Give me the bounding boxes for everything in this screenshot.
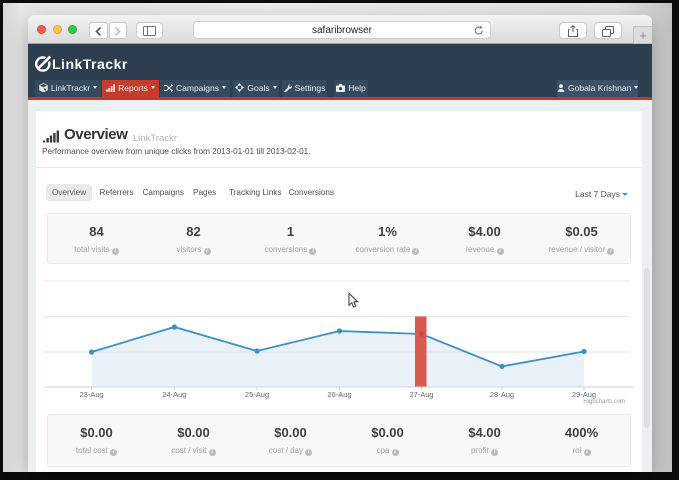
svg-text:25-Aug: 25-Aug [245,390,269,399]
svg-text:Highcharts.com: Highcharts.com [583,399,625,405]
svg-text:29-Aug: 29-Aug [572,390,596,399]
svg-text:26-Aug: 26-Aug [327,390,351,399]
svg-text:28-Aug: 28-Aug [490,390,514,399]
svg-text:23-Aug: 23-Aug [80,390,104,399]
svg-text:24-Aug: 24-Aug [162,390,186,399]
svg-text:27-Aug: 27-Aug [409,390,433,399]
